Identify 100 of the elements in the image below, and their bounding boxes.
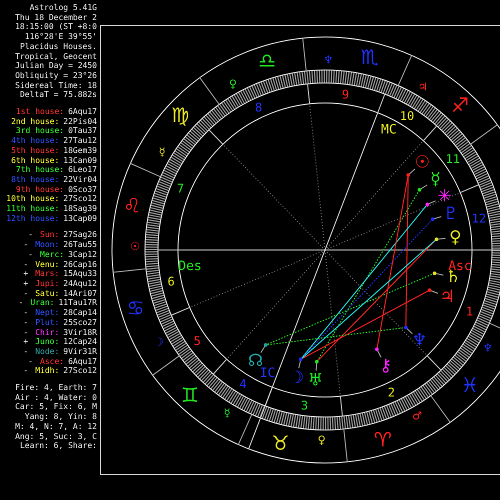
house-number: 4 — [239, 376, 247, 391]
chart-info-text: Thu 18 December 2 — [15, 12, 97, 22]
ruler-symbol: ♀ — [228, 77, 237, 90]
chart-info-text: Julian Day = 2450 — [15, 61, 97, 71]
ruler-symbol: ♆ — [482, 341, 493, 354]
house-label: 11th house: — [6, 204, 60, 214]
planet-name: Chir: — [35, 328, 60, 338]
house-cusp-value: 6Aqu17 — [68, 107, 97, 117]
planet-name: Midh: — [35, 366, 60, 376]
motion-sign: - — [23, 288, 28, 298]
house-cusp-value: 0Sco37 — [68, 184, 97, 194]
motion-sign: - — [23, 328, 28, 338]
zodiac-sign-symbol: ♊ — [181, 382, 199, 407]
zodiac-sign-symbol: ♍ — [171, 102, 190, 127]
house-number: 3 — [300, 398, 308, 413]
ruler-symbol: ♂ — [412, 410, 422, 423]
zodiac-sign-symbol: ♓ — [460, 373, 479, 398]
angle-label: Des — [178, 259, 202, 274]
house-label: 3rd house: — [16, 126, 64, 136]
planet-position: 3Cap12 — [68, 250, 97, 260]
planet-symbol: ♆ — [412, 330, 428, 351]
planet-name: Mars: — [35, 269, 60, 279]
planet-position: 6Aqu17 — [68, 356, 97, 366]
zodiac-sign-symbol: ♏ — [360, 45, 378, 70]
planet-position: 24Aqu12 — [63, 278, 97, 289]
planet-name: Juno: — [35, 337, 60, 347]
house-number: 11 — [446, 152, 460, 166]
element-summary-text: Learn: 6, Share: — [20, 441, 97, 451]
house-number: 9 — [342, 87, 350, 102]
element-summary-text: Ang: 5, Suc: 3, C — [15, 432, 97, 442]
planet-position: 14Ari07 — [63, 288, 97, 298]
house-number: 5 — [194, 334, 201, 348]
zodiac-sign-symbol: ♌ — [123, 193, 142, 218]
chart-info-text: Sidereal Time: 18 — [15, 80, 97, 90]
house-cusp-value: 22Vir04 — [63, 174, 97, 185]
chart-info-text: 18:15:00 (ST +8:0 — [15, 22, 97, 32]
house-cusp-value: 27Tau12 — [63, 136, 97, 146]
element-summary-text: Car: 5, Fix: 6, M — [15, 402, 97, 412]
house-cusp-value: 0Tau37 — [68, 126, 97, 136]
planet-position: 25Sco27 — [63, 318, 97, 328]
zodiac-sign-symbol: ♈ — [374, 427, 392, 452]
planet-name: Merc: — [40, 250, 64, 260]
element-summary-text: Air : 4, Water: 0 — [15, 392, 97, 402]
planet-position: 11Tau17R — [58, 298, 97, 308]
zodiac-sign-symbol: ♎ — [258, 48, 276, 73]
planet-symbol: ♀ — [449, 227, 462, 248]
house-cusp-value: 18Sag39 — [63, 204, 97, 214]
element-summary-text: Fire: 4, Earth: 7 — [15, 383, 97, 393]
house-cusp-value: 27Sco12 — [63, 194, 97, 204]
planet-name: Uran: — [30, 298, 54, 308]
planet-symbol: ⚷ — [379, 356, 392, 376]
element-summary-text: M: 4, N: 7, A: 12 — [15, 422, 97, 432]
motion-sign: - — [28, 230, 34, 240]
ruler-symbol: ♃ — [418, 80, 428, 94]
motion-sign: - — [23, 366, 28, 376]
planet-symbol: ☉ — [414, 152, 430, 172]
house-label: 7th house: — [16, 165, 64, 175]
house-number: 8 — [255, 100, 262, 115]
planet-symbol: ♅ — [308, 370, 324, 391]
house-number: 1 — [466, 304, 474, 318]
planet-position: 9Vir31R — [63, 346, 97, 357]
zodiac-sign-symbol: ♐ — [451, 93, 469, 118]
house-number: 6 — [168, 274, 175, 288]
angle-label: IC — [260, 366, 276, 381]
chart-info-text: 116°28'E 39°55' — [24, 32, 97, 42]
chart-info-text: DeltaT = 75.882s — [20, 90, 97, 100]
house-label: 2nd house: — [11, 116, 60, 126]
planet-name: Moon: — [35, 240, 60, 250]
motion-sign: + — [23, 337, 28, 347]
ruler-symbol: ♆ — [323, 54, 334, 67]
chart-info-text: Placidus Houses. — [20, 42, 97, 52]
zodiac-sign-symbol: ♉ — [272, 430, 290, 455]
motion-sign: - — [23, 260, 28, 270]
ruler-symbol: ☿ — [224, 406, 231, 420]
house-label: 6th house: — [11, 156, 60, 166]
house-cusp-value: 13Cap09 — [63, 214, 97, 224]
ruler-symbol: ☽ — [154, 336, 164, 349]
planet-name: Jupi: — [35, 278, 60, 289]
motion-sign: - — [23, 308, 28, 318]
motion-sign: - — [28, 250, 33, 260]
planet-position: 27Sag26 — [63, 230, 97, 240]
planet-name: Satu: — [35, 288, 60, 298]
planet-position: 27Sco12 — [63, 366, 97, 376]
house-number: 2 — [388, 385, 395, 400]
house-label: 12th house: — [6, 214, 60, 224]
chart-info-text: Tropical, Geocent — [15, 52, 97, 62]
house-number: 10 — [400, 109, 414, 124]
planet-name: Nept: — [35, 308, 60, 318]
angle-label: MC — [381, 122, 397, 138]
planet-name: Sun: — [40, 230, 60, 240]
motion-sign: - — [18, 298, 24, 308]
planet-name: Node: — [35, 346, 60, 357]
chart-info-text: Obliquity = 23°26 — [15, 70, 97, 81]
motion-sign: - — [23, 318, 28, 328]
house-cusp-value: 13Can09 — [63, 156, 97, 166]
planet-name: Venu: — [35, 260, 60, 270]
house-number: 7 — [176, 182, 184, 196]
planet-position: 28Cap14 — [63, 308, 97, 318]
planet-position: 15Aqu33 — [63, 269, 97, 279]
planet-name: Asce: — [40, 356, 64, 366]
